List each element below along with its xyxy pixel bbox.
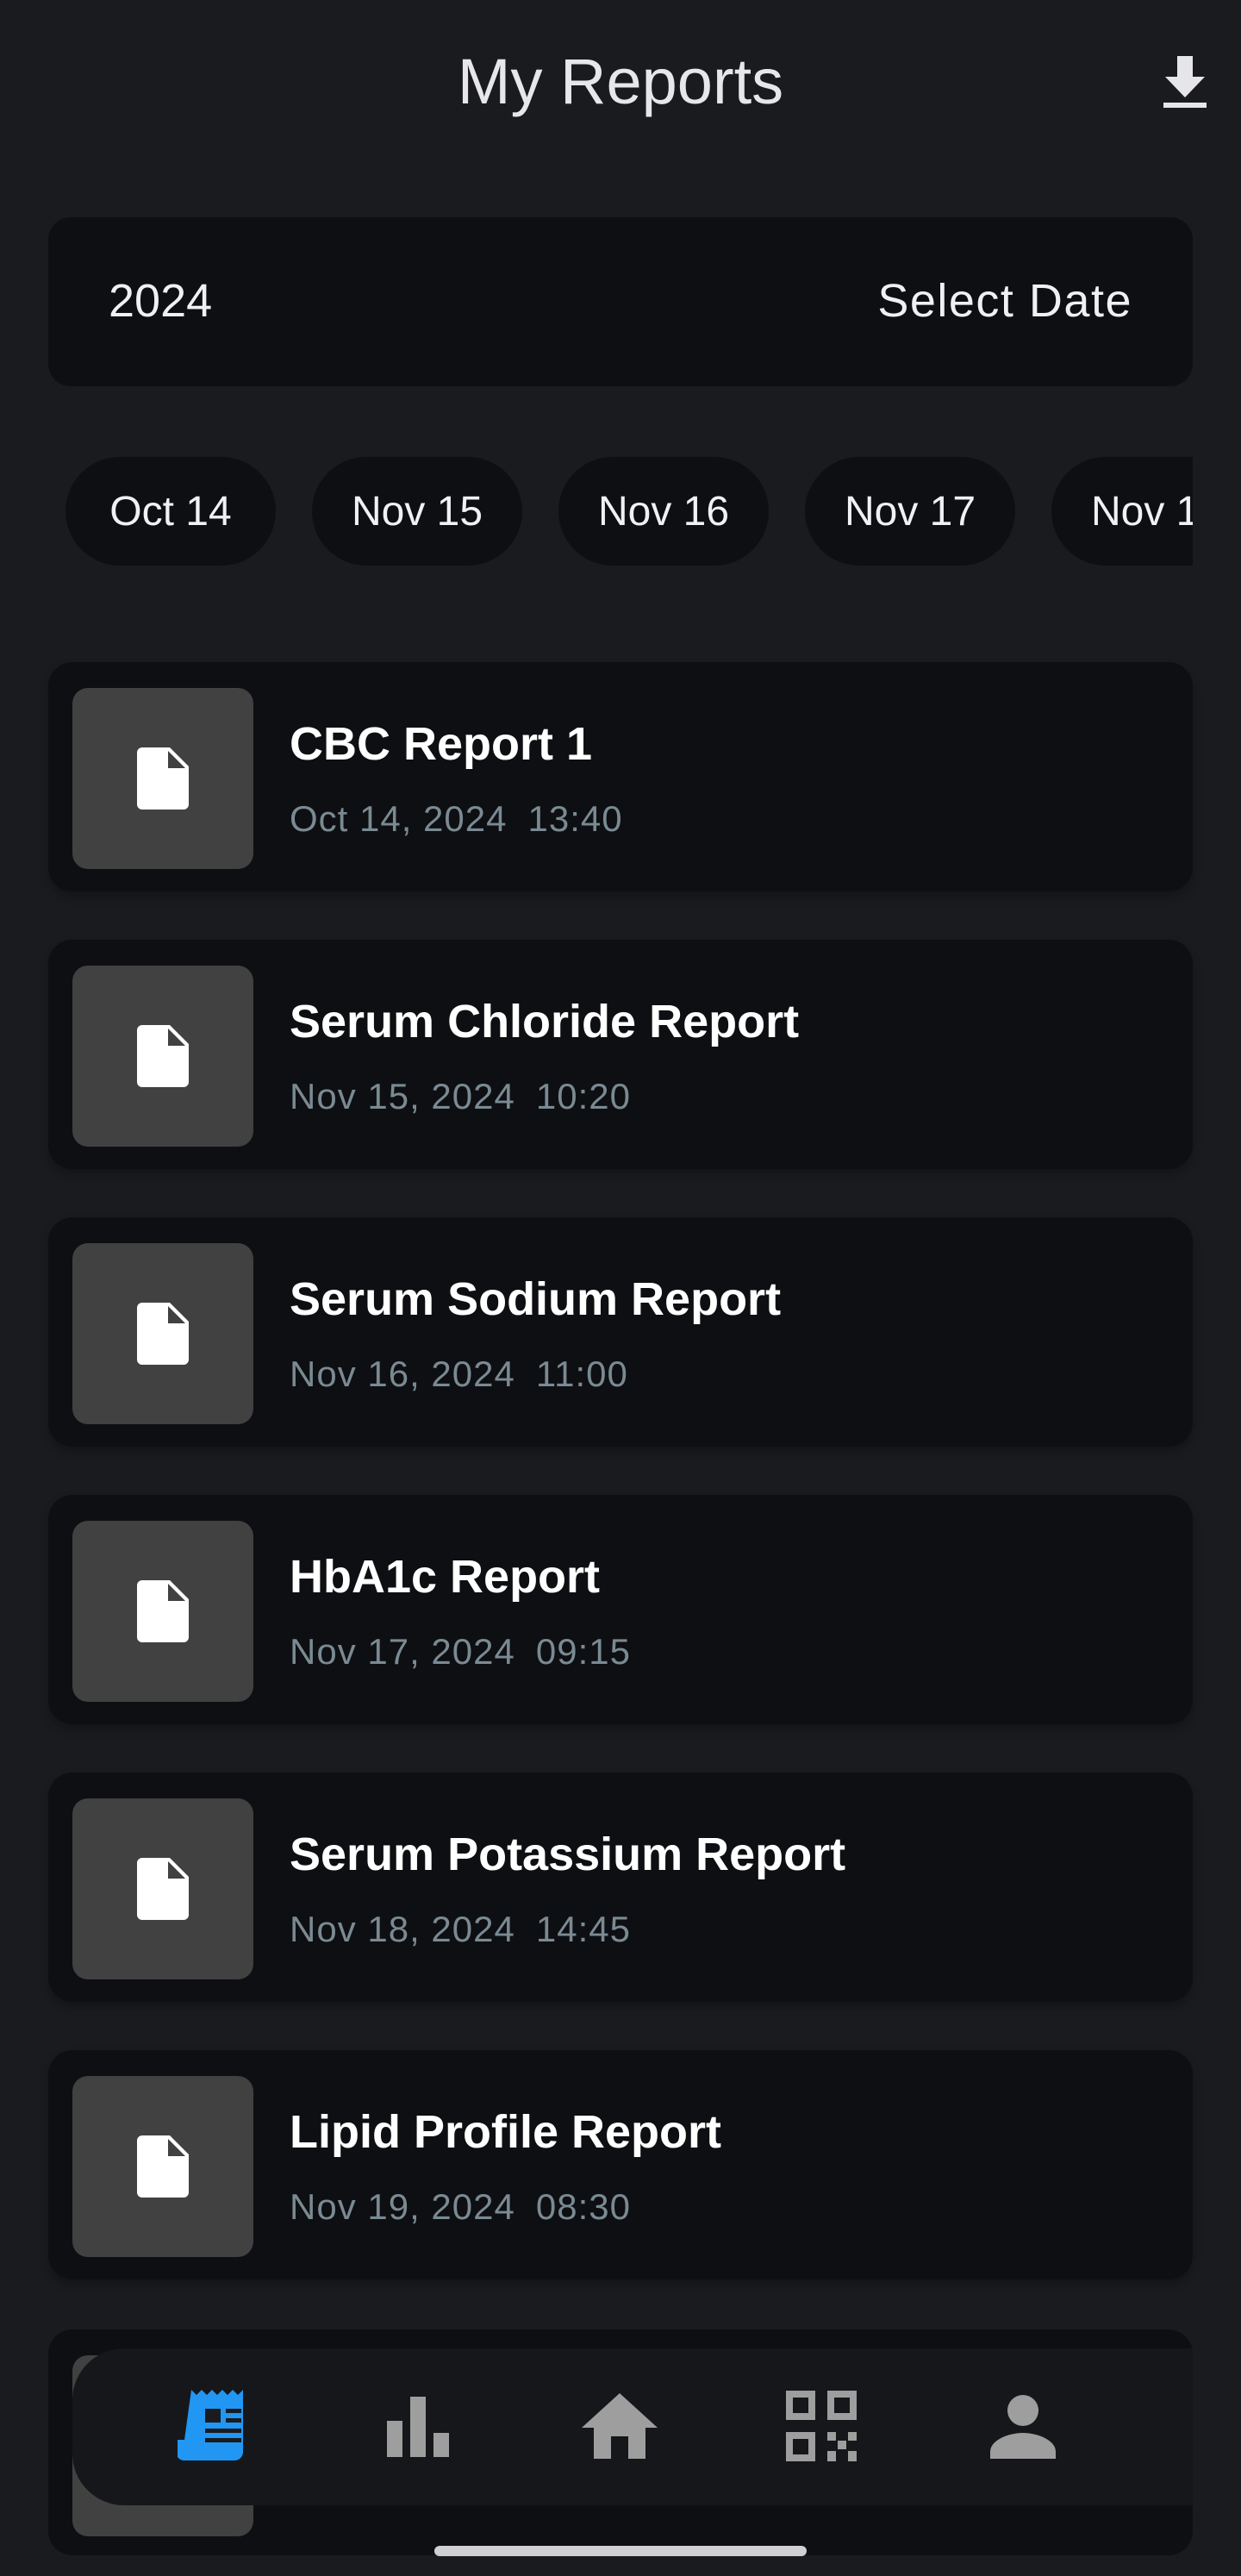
date-chip[interactable]: Nov 16 [558, 457, 769, 566]
report-date: Nov 15, 2024 [290, 1076, 515, 1116]
chart-icon [387, 2397, 449, 2457]
document-icon [137, 1025, 189, 1087]
report-title: Serum Chloride Report [290, 996, 800, 1047]
report-thumbnail [72, 966, 253, 1147]
select-date-button[interactable]: Select Date [877, 274, 1132, 328]
report-title: Lipid Profile Report [290, 2106, 722, 2158]
year-label[interactable]: 2024 [109, 274, 212, 328]
document-icon [137, 1858, 189, 1920]
report-title: CBC Report 1 [290, 718, 593, 770]
date-chip[interactable]: Nov 15 [312, 457, 522, 566]
report-datetime: Nov 16, 2024 11:00 [290, 1354, 628, 1395]
report-card[interactable]: HbA1c Report Nov 17, 2024 09:15 [48, 1495, 1193, 1724]
report-thumbnail [72, 1521, 253, 1702]
page-title: My Reports [457, 46, 784, 117]
report-thumbnail [72, 2076, 253, 2257]
report-time: 11:00 [535, 1354, 628, 1394]
profile-icon [990, 2395, 1056, 2459]
home-indicator[interactable] [434, 2546, 807, 2556]
nav-analytics-button[interactable] [371, 2383, 465, 2469]
date-chip[interactable]: Oct 14 [65, 457, 276, 566]
report-card[interactable]: Serum Potassium Report Nov 18, 2024 14:45 [48, 1773, 1193, 2002]
nav-qr-button[interactable] [774, 2383, 869, 2469]
report-date: Nov 16, 2024 [290, 1354, 515, 1394]
document-icon [137, 1580, 189, 1642]
date-chip[interactable]: Nov 17 [805, 457, 1015, 566]
report-time: 08:30 [535, 2186, 631, 2227]
report-list: CBC Report 1 Oct 14, 2024 13:40 Serum Chl… [48, 662, 1193, 2328]
nav-reports-button[interactable] [169, 2383, 264, 2469]
qr-code-icon [786, 2391, 857, 2461]
report-card[interactable]: Serum Chloride Report Nov 15, 2024 10:20 [48, 940, 1193, 1169]
home-icon [582, 2393, 658, 2459]
report-date: Nov 17, 2024 [290, 1631, 515, 1672]
report-thumbnail [72, 688, 253, 869]
nav-profile-button[interactable] [976, 2383, 1070, 2469]
document-icon [137, 1303, 189, 1365]
download-button[interactable] [1155, 50, 1215, 114]
report-datetime: Nov 18, 2024 14:45 [290, 1909, 631, 1950]
report-card[interactable]: CBC Report 1 Oct 14, 2024 13:40 [48, 662, 1193, 891]
report-time: 10:20 [535, 1076, 631, 1116]
report-datetime: Nov 19, 2024 08:30 [290, 2186, 631, 2228]
report-thumbnail [72, 1243, 253, 1424]
date-chips-scroller[interactable]: Oct 14 Nov 15 Nov 16 Nov 17 Nov 18 [65, 457, 1193, 569]
header: My Reports [0, 0, 1241, 164]
report-date: Nov 18, 2024 [290, 1909, 515, 1949]
nav-home-button[interactable] [572, 2383, 667, 2469]
report-thumbnail [72, 1798, 253, 1979]
date-filter-bar: 2024 Select Date [48, 217, 1193, 386]
report-time: 09:15 [535, 1631, 631, 1672]
report-card[interactable]: Lipid Profile Report Nov 19, 2024 08:30 [48, 2050, 1193, 2279]
report-date: Nov 19, 2024 [290, 2186, 515, 2227]
document-icon [137, 747, 189, 810]
report-title: HbA1c Report [290, 1551, 601, 1603]
report-time: 14:45 [535, 1909, 631, 1949]
report-datetime: Oct 14, 2024 13:40 [290, 798, 623, 840]
date-chip[interactable]: Nov 18 [1051, 457, 1193, 566]
report-datetime: Nov 15, 2024 10:20 [290, 1076, 631, 1117]
reports-icon [178, 2390, 243, 2460]
reports-screen: My Reports 2024 Select Date Oct 14 Nov 1… [0, 0, 1241, 2576]
report-title: Serum Potassium Report [290, 1829, 846, 1880]
report-card[interactable]: Serum Sodium Report Nov 16, 2024 11:00 [48, 1217, 1193, 1447]
report-time: 13:40 [527, 798, 623, 839]
report-datetime: Nov 17, 2024 09:15 [290, 1631, 631, 1673]
document-icon [137, 2135, 189, 2198]
bottom-navigation [72, 2348, 1193, 2505]
report-date: Oct 14, 2024 [290, 798, 508, 839]
download-icon [1163, 56, 1207, 108]
report-title: Serum Sodium Report [290, 1273, 782, 1325]
